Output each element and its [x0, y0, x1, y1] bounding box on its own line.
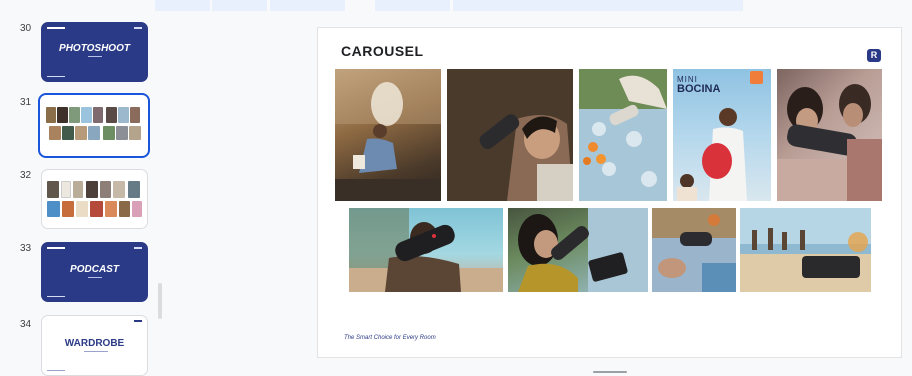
slide-tagline: The Smart Choice for Every Room: [344, 335, 436, 341]
photo-woman-phone-speaker: [508, 208, 648, 292]
photo-woman-reading: [335, 69, 441, 201]
photo-woman-lying-speaker: [447, 69, 573, 201]
photo-beach-group-speaker: [740, 208, 871, 292]
slide-thumbnail-31[interactable]: [38, 93, 150, 158]
slide-canvas[interactable]: CAROUSEL R MINI BOCINA The Smart Choice …: [317, 27, 902, 358]
slide-number: 31: [20, 97, 32, 108]
notes-resize-handle[interactable]: [593, 371, 627, 373]
photo-man-beach-speaker: [349, 208, 503, 292]
photo-picnic-oranges: [579, 69, 667, 201]
slide-thumbnail-33[interactable]: PODCAST: [41, 242, 148, 302]
slide-number: 33: [20, 243, 32, 254]
slide-thumbnail-34[interactable]: WARDROBE: [41, 315, 148, 376]
photo-friends-speaker: [777, 69, 882, 201]
slide-number: 30: [20, 23, 32, 34]
thumbnail-title: PODCAST: [70, 264, 119, 275]
slide-thumbnail-30[interactable]: PHOTOSHOOT: [41, 22, 148, 82]
slide-number: 34: [20, 319, 32, 330]
filmstrip-scrollbar[interactable]: [158, 283, 162, 319]
slide-number: 32: [20, 170, 32, 181]
thumbnail-title: WARDROBE: [64, 338, 125, 349]
slide-title: CAROUSEL: [341, 43, 424, 59]
toolbar-strip: [0, 0, 912, 12]
slide-filmstrip: 30 PHOTOSHOOT 31 32 33 PODCAST 34 WARDRO…: [0, 12, 170, 376]
photo-mini-bocina-ad: MINI BOCINA: [673, 69, 771, 201]
thumbnail-title: PHOTOSHOOT: [59, 43, 130, 54]
slide-thumbnail-32[interactable]: [41, 169, 148, 229]
photo-picnic-speaker: [652, 208, 736, 292]
brand-logo: R: [867, 49, 881, 62]
